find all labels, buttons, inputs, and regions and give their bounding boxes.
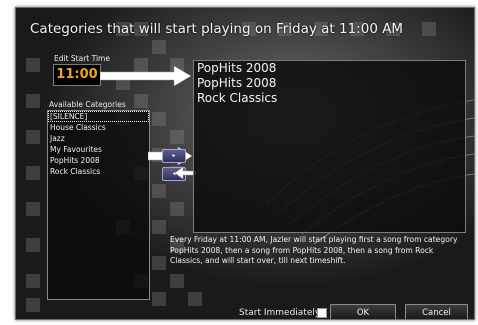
category-item[interactable]: My Favourites: [48, 144, 149, 155]
cancel-button[interactable]: Cancel: [405, 304, 468, 319]
scheduled-category-item[interactable]: PopHits 2008: [194, 61, 465, 76]
dialog-title: Categories that will start playing on Fr…: [30, 21, 404, 37]
category-item[interactable]: Jazz: [48, 133, 149, 144]
category-item[interactable]: PopHits 2008: [48, 155, 149, 166]
available-categories-list[interactable]: [SILENCE] House Classics Jazz My Favouri…: [47, 110, 150, 300]
start-immediately-label: Start Immediately: [239, 308, 321, 318]
categories-dialog: Categories that will start playing on Fr…: [15, 7, 475, 320]
add-category-button[interactable]: ▸: [162, 149, 186, 163]
white-right-arrow-icon: [100, 65, 192, 87]
scheduled-categories-list[interactable]: PopHits 2008 PopHits 2008 Rock Classics: [193, 60, 466, 233]
schedule-description: Every Friday at 11:00 AM, Jazler will st…: [170, 235, 458, 265]
scheduled-category-item[interactable]: PopHits 2008: [194, 76, 465, 91]
category-item[interactable]: [SILENCE]: [48, 111, 149, 122]
edit-start-time-label: Edit Start Time: [54, 54, 110, 63]
scheduled-category-item[interactable]: Rock Classics: [194, 91, 465, 106]
start-immediately-checkbox[interactable]: [317, 308, 327, 318]
ok-button[interactable]: OK: [330, 304, 396, 319]
category-item[interactable]: House Classics: [48, 122, 149, 133]
start-time-input[interactable]: 11:00: [53, 64, 101, 86]
category-item[interactable]: Rock Classics: [48, 166, 149, 177]
available-categories-label: Available Categories: [49, 100, 126, 109]
